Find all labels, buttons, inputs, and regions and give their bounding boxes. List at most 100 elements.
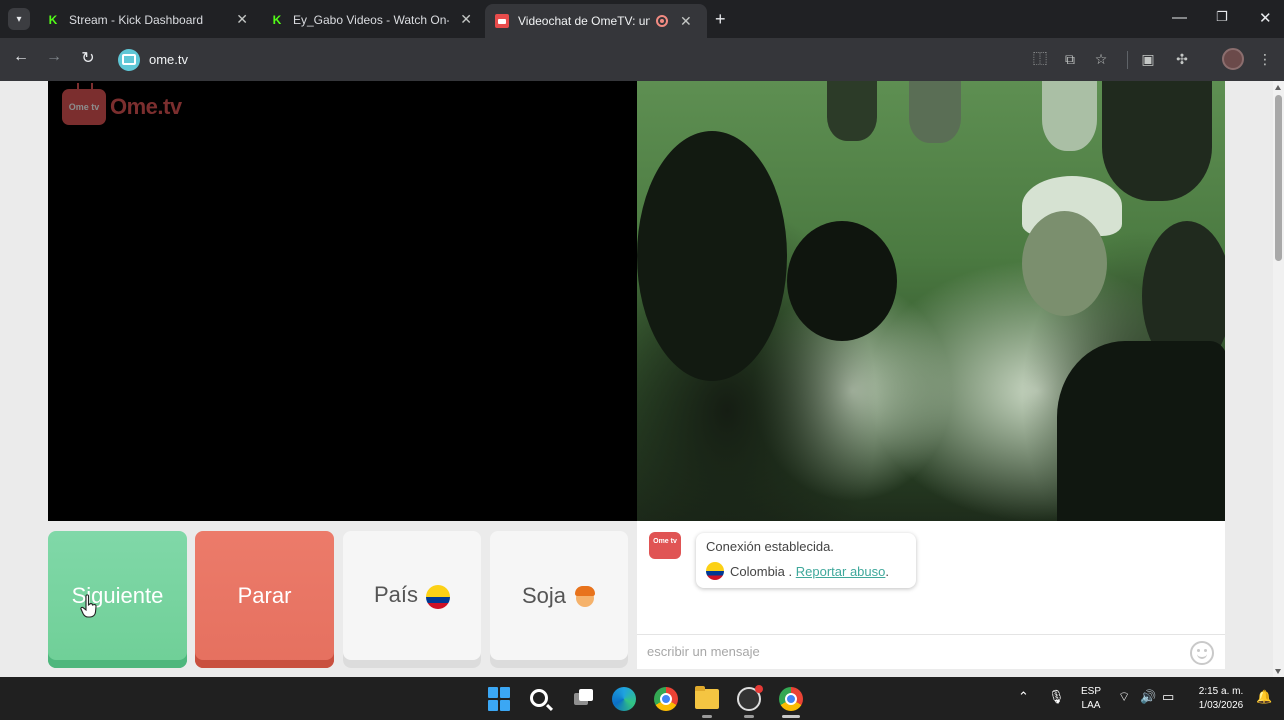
edge-browser-icon[interactable] (612, 687, 636, 711)
partner-country: Colombia (730, 563, 785, 579)
windows-taskbar: ⌃ 🎙 ESP LAA ⌔ 🔊 ▭ 2:15 a. m. 1/03/2026 🔔 (0, 677, 1284, 720)
language-code: ESP (1080, 686, 1101, 697)
connection-status-text: Conexión establecida. (706, 539, 834, 554)
person-left (637, 131, 787, 381)
emoji-icon[interactable] (1190, 641, 1214, 665)
recording-icon (656, 15, 668, 27)
ometv-chat-icon: Ome tv (649, 532, 681, 559)
gender-label-text: Soja (521, 582, 567, 608)
volume-icon[interactable]: 🔊 (1140, 689, 1156, 705)
taskbar-search-icon[interactable] (530, 689, 548, 707)
browser-menu-icon[interactable]: ⋮ (1255, 49, 1275, 69)
wall-cap (909, 81, 961, 143)
stop-button[interactable]: Parar (195, 531, 334, 668)
system-message: Conexión establecida. Colombia . Reporta… (696, 533, 916, 588)
message-input[interactable] (647, 644, 1167, 659)
language-indicator[interactable]: ESP LAA (1078, 685, 1104, 713)
microphone-icon[interactable]: 🎙 (1048, 689, 1065, 705)
person-face (1022, 211, 1107, 316)
site-info-icon[interactable] (118, 48, 140, 71)
notification-bell-icon[interactable]: 🔔 (1256, 689, 1272, 705)
bookmark-star-icon[interactable]: ☆ (1091, 49, 1111, 69)
back-icon[interactable]: ← (10, 48, 32, 66)
profile-avatar[interactable] (1222, 48, 1244, 70)
active-app-indicator (782, 715, 800, 718)
scroll-thumb[interactable] (1275, 95, 1282, 261)
scroll-up-icon[interactable] (1275, 85, 1281, 90)
ometv-page: Ome tv Ome.tv Siguiente Parar País Soja (0, 81, 1284, 677)
next-button[interactable]: Siguiente (48, 531, 187, 668)
extension-icon[interactable]: ▣ (1138, 49, 1158, 69)
browser-tab-bar: ▾ K Stream - Kick Dashboard ✕ K Ey_Gabo … (0, 0, 1284, 38)
local-video: Ome tv Ome.tv (48, 81, 637, 521)
wall-cap (1102, 81, 1212, 201)
logo-text: Ome.tv (110, 94, 182, 119)
extensions-puzzle-icon[interactable]: ✣ (1172, 49, 1192, 69)
tab-search-dropdown-icon[interactable]: ▾ (8, 8, 30, 30)
wall-cap (827, 81, 877, 141)
reload-icon[interactable]: ↻ (77, 48, 99, 68)
chat-panel: Ome tv Conexión establecida. Colombia . … (637, 521, 1225, 669)
ometv-logo[interactable]: Ome tv Ome.tv (62, 89, 182, 125)
country-filter-button[interactable]: País (343, 531, 481, 668)
scroll-down-icon[interactable] (1275, 669, 1281, 674)
ometv-icon (495, 14, 509, 28)
clock-date: 1/03/2026 (1198, 700, 1244, 711)
clock-time: 2:15 a. m. (1198, 686, 1244, 697)
wall-cap (1042, 81, 1097, 151)
gender-filter-button[interactable]: Soja (490, 531, 628, 668)
maximize-icon[interactable]: ❐ (1216, 9, 1228, 25)
toolbar-divider (1127, 51, 1128, 69)
report-abuse-link[interactable]: Reportar abuso (796, 564, 886, 579)
country-label: País (373, 582, 451, 609)
tab-title: Ey_Gabo Videos - Watch On-De (293, 12, 449, 27)
install-app-icon[interactable]: ⧉ (1060, 49, 1080, 69)
obs-studio-icon[interactable] (737, 685, 763, 711)
tab-ey-gabo-videos[interactable]: K Ey_Gabo Videos - Watch On-De ✕ (260, 5, 482, 34)
person-cap-dark (787, 221, 897, 341)
tab-kick-dashboard[interactable]: K Stream - Kick Dashboard ✕ (36, 5, 258, 34)
dark-shirt (1057, 341, 1225, 521)
browser-toolbar: ← → ↻ ome.tv ⿰ ⧉ ☆ ▣ ✣ ⋮ (0, 38, 1284, 81)
stop-label: Parar (237, 582, 292, 608)
remote-video (637, 81, 1225, 521)
separator-text: . (784, 563, 796, 579)
kick-icon: K (272, 12, 282, 27)
file-explorer-icon[interactable] (695, 686, 719, 709)
forward-icon[interactable]: → (43, 48, 65, 66)
colombia-flag-icon (706, 562, 724, 580)
wifi-icon[interactable]: ⌔ (1118, 689, 1130, 705)
chrome-icon[interactable] (654, 687, 678, 711)
close-tab-icon[interactable]: ✕ (680, 13, 692, 30)
running-indicator (702, 715, 712, 718)
close-tab-icon[interactable]: ✕ (460, 11, 472, 28)
windows-start-icon[interactable] (488, 687, 512, 711)
url-text[interactable]: ome.tv (149, 52, 188, 67)
close-window-icon[interactable]: ✕ (1259, 9, 1272, 27)
page-scrollbar[interactable] (1273, 81, 1284, 677)
colombia-flag-icon (426, 584, 451, 609)
chat-input-area (637, 634, 1225, 669)
clock[interactable]: 2:15 a. m. 1/03/2026 (1190, 685, 1252, 713)
chrome-profile-icon[interactable] (779, 687, 803, 711)
running-indicator (744, 715, 754, 718)
close-tab-icon[interactable]: ✕ (236, 11, 248, 28)
tab-ometv[interactable]: Videochat de OmeTV: una ✕ (485, 4, 707, 38)
keyboard-layout: LAA (1081, 700, 1101, 711)
tray-overflow-chevron-icon[interactable]: ⌃ (1018, 689, 1029, 705)
minimize-icon[interactable]: — (1172, 9, 1187, 26)
hand-cursor-icon (80, 594, 97, 618)
ometv-tv-icon: Ome tv (62, 89, 106, 125)
tab-title: Stream - Kick Dashboard (69, 12, 204, 27)
country-label-text: País (373, 582, 419, 608)
new-tab-button[interactable]: + (715, 9, 726, 30)
translate-icon[interactable]: ⿰ (1030, 49, 1050, 69)
gender-label: Soja (522, 583, 596, 609)
battery-icon[interactable]: ▭ (1162, 689, 1174, 705)
task-view-icon[interactable] (572, 687, 596, 711)
partner-country-line: Colombia . Reportar abuso . (706, 562, 906, 580)
address-bar[interactable]: ome.tv (113, 44, 1123, 75)
kick-icon: K (48, 12, 58, 27)
boy-face-icon (574, 585, 596, 608)
report-suffix: . (885, 563, 890, 579)
